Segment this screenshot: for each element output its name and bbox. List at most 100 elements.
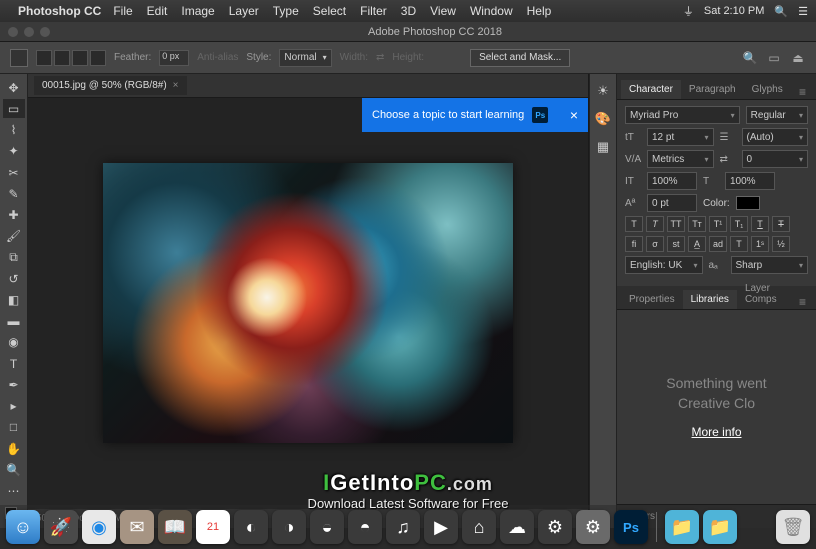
faux-bold-button[interactable]: T — [625, 216, 643, 232]
zoom-tool[interactable]: 🔍 — [3, 460, 25, 479]
gradient-tool[interactable]: ▬ — [3, 312, 25, 331]
canvas-image[interactable] — [103, 163, 513, 443]
tracking-input[interactable]: 0▾ — [742, 150, 809, 168]
type-tool[interactable]: T — [3, 354, 25, 373]
close-tab-icon[interactable]: × — [173, 80, 179, 91]
faux-italic-button[interactable]: T — [646, 216, 664, 232]
panel-menu-icon[interactable]: ≡ — [793, 85, 812, 99]
dock-app-5[interactable]: ♫ — [386, 510, 420, 544]
eyedropper-tool[interactable]: ✎ — [3, 184, 25, 203]
leading-input[interactable]: (Auto)▾ — [742, 128, 809, 146]
learn-banner-close-icon[interactable]: × — [570, 107, 578, 123]
crop-tool[interactable]: ✂ — [3, 163, 25, 182]
history-brush-tool[interactable]: ↺ — [3, 269, 25, 288]
notification-center-icon[interactable]: ☰ — [798, 5, 808, 18]
dock-folder-2[interactable]: 📁 — [703, 510, 737, 544]
app-name-menu[interactable]: Photoshop CC — [18, 4, 101, 18]
libraries-more-info-link[interactable]: More info — [691, 425, 741, 439]
workspace-switcher-icon[interactable]: ⏏ — [790, 50, 806, 66]
select-and-mask-button[interactable]: Select and Mask... — [470, 49, 570, 67]
spotlight-icon[interactable]: 🔍 — [774, 5, 788, 18]
eraser-tool[interactable]: ◧ — [3, 290, 25, 309]
antialiasing-select[interactable]: Sharp▾ — [731, 256, 809, 274]
menu-window[interactable]: Window — [470, 4, 513, 18]
blur-tool[interactable]: ◉ — [3, 333, 25, 352]
canvas-stage[interactable]: Choose a topic to start learning Ps × — [28, 98, 588, 508]
edit-toolbar[interactable]: ⋯ — [3, 481, 25, 500]
hscale-input[interactable]: 100% — [725, 172, 775, 190]
tab-character[interactable]: Character — [621, 80, 681, 99]
move-tool[interactable]: ✥ — [3, 78, 25, 97]
dock-app-2[interactable]: ◑ — [272, 510, 306, 544]
superscript-button[interactable]: T¹ — [709, 216, 727, 232]
hand-tool[interactable]: ✋ — [3, 439, 25, 458]
ordinals-button[interactable]: 1ˢ — [751, 236, 769, 252]
zoom-window-button[interactable] — [40, 27, 50, 37]
dock-finder[interactable]: ☺ — [6, 510, 40, 544]
tab-glyphs[interactable]: Glyphs — [744, 80, 791, 99]
menu-layer[interactable]: Layer — [229, 4, 259, 18]
stylistic-alt-button[interactable]: ad — [709, 236, 727, 252]
selection-subtract-icon[interactable] — [72, 50, 88, 66]
text-color-swatch[interactable] — [736, 196, 760, 210]
fractions-button[interactable]: ½ — [772, 236, 790, 252]
clock[interactable]: Sat 2:10 PM — [704, 5, 765, 17]
swatches-panel-icon[interactable]: ▦ — [594, 138, 612, 156]
tool-preset-picker[interactable] — [10, 49, 28, 67]
font-weight-select[interactable]: Regular▾ — [746, 106, 808, 124]
menu-edit[interactable]: Edit — [147, 4, 168, 18]
menu-image[interactable]: Image — [181, 4, 214, 18]
menu-view[interactable]: View — [430, 4, 456, 18]
strikethrough-button[interactable]: T — [772, 216, 790, 232]
color-panel-icon[interactable]: 🎨 — [594, 110, 612, 128]
menu-3d[interactable]: 3D — [401, 4, 416, 18]
share-icon[interactable]: ▭ — [766, 50, 782, 66]
menu-type[interactable]: Type — [273, 4, 299, 18]
allcaps-button[interactable]: TT — [667, 216, 685, 232]
dock-launchpad[interactable]: 🚀 — [44, 510, 78, 544]
selection-add-icon[interactable] — [54, 50, 70, 66]
dock-calendar[interactable]: 21 — [196, 510, 230, 544]
learn-panel-icon[interactable]: ☀ — [594, 82, 612, 100]
vscale-input[interactable]: 100% — [647, 172, 697, 190]
tab-paragraph[interactable]: Paragraph — [681, 80, 744, 99]
dock-app-3[interactable]: ◒ — [310, 510, 344, 544]
dock-mail[interactable]: ✉ — [120, 510, 154, 544]
tab-properties[interactable]: Properties — [621, 290, 683, 309]
dock-photoshop[interactable]: Ps — [614, 510, 648, 544]
menu-file[interactable]: File — [113, 4, 132, 18]
dock-folder-1[interactable]: 📁 — [665, 510, 699, 544]
marquee-tool[interactable]: ▭ — [3, 99, 25, 118]
language-select[interactable]: English: UK▾ — [625, 256, 703, 274]
ligatures-button[interactable]: fi — [625, 236, 643, 252]
baseline-input[interactable]: 0 pt — [647, 194, 697, 212]
tab-layer-comps[interactable]: Layer Comps — [737, 279, 793, 309]
lasso-tool[interactable]: ⌇ — [3, 120, 25, 139]
feather-input[interactable]: 0 px — [159, 50, 189, 66]
clone-stamp-tool[interactable]: ⧉ — [3, 248, 25, 267]
quick-select-tool[interactable]: ✦ — [3, 142, 25, 161]
brush-tool[interactable]: 🖌 — [3, 227, 25, 246]
dock-app-9[interactable]: ⚙ — [538, 510, 572, 544]
path-select-tool[interactable]: ▸ — [3, 397, 25, 416]
subscript-button[interactable]: T₁ — [730, 216, 748, 232]
selection-new-icon[interactable] — [36, 50, 52, 66]
close-window-button[interactable] — [8, 27, 18, 37]
minimize-window-button[interactable] — [24, 27, 34, 37]
dock-safari[interactable]: ◉ — [82, 510, 116, 544]
font-family-select[interactable]: Myriad Pro▾ — [625, 106, 740, 124]
swash-button[interactable]: A̲ — [688, 236, 706, 252]
pen-tool[interactable]: ✒ — [3, 375, 25, 394]
dock-app-7[interactable]: ⌂ — [462, 510, 496, 544]
discretionary-lig-button[interactable]: st — [667, 236, 685, 252]
menu-help[interactable]: Help — [527, 4, 552, 18]
menu-select[interactable]: Select — [313, 4, 346, 18]
dock-system-prefs[interactable]: ⚙ — [576, 510, 610, 544]
libraries-panel-menu-icon[interactable]: ≡ — [793, 295, 812, 309]
contextual-alt-button[interactable]: σ — [646, 236, 664, 252]
underline-button[interactable]: T — [751, 216, 769, 232]
menu-filter[interactable]: Filter — [360, 4, 387, 18]
rectangle-tool[interactable]: □ — [3, 418, 25, 437]
smallcaps-button[interactable]: Tᴛ — [688, 216, 706, 232]
font-size-input[interactable]: 12 pt▾ — [647, 128, 714, 146]
